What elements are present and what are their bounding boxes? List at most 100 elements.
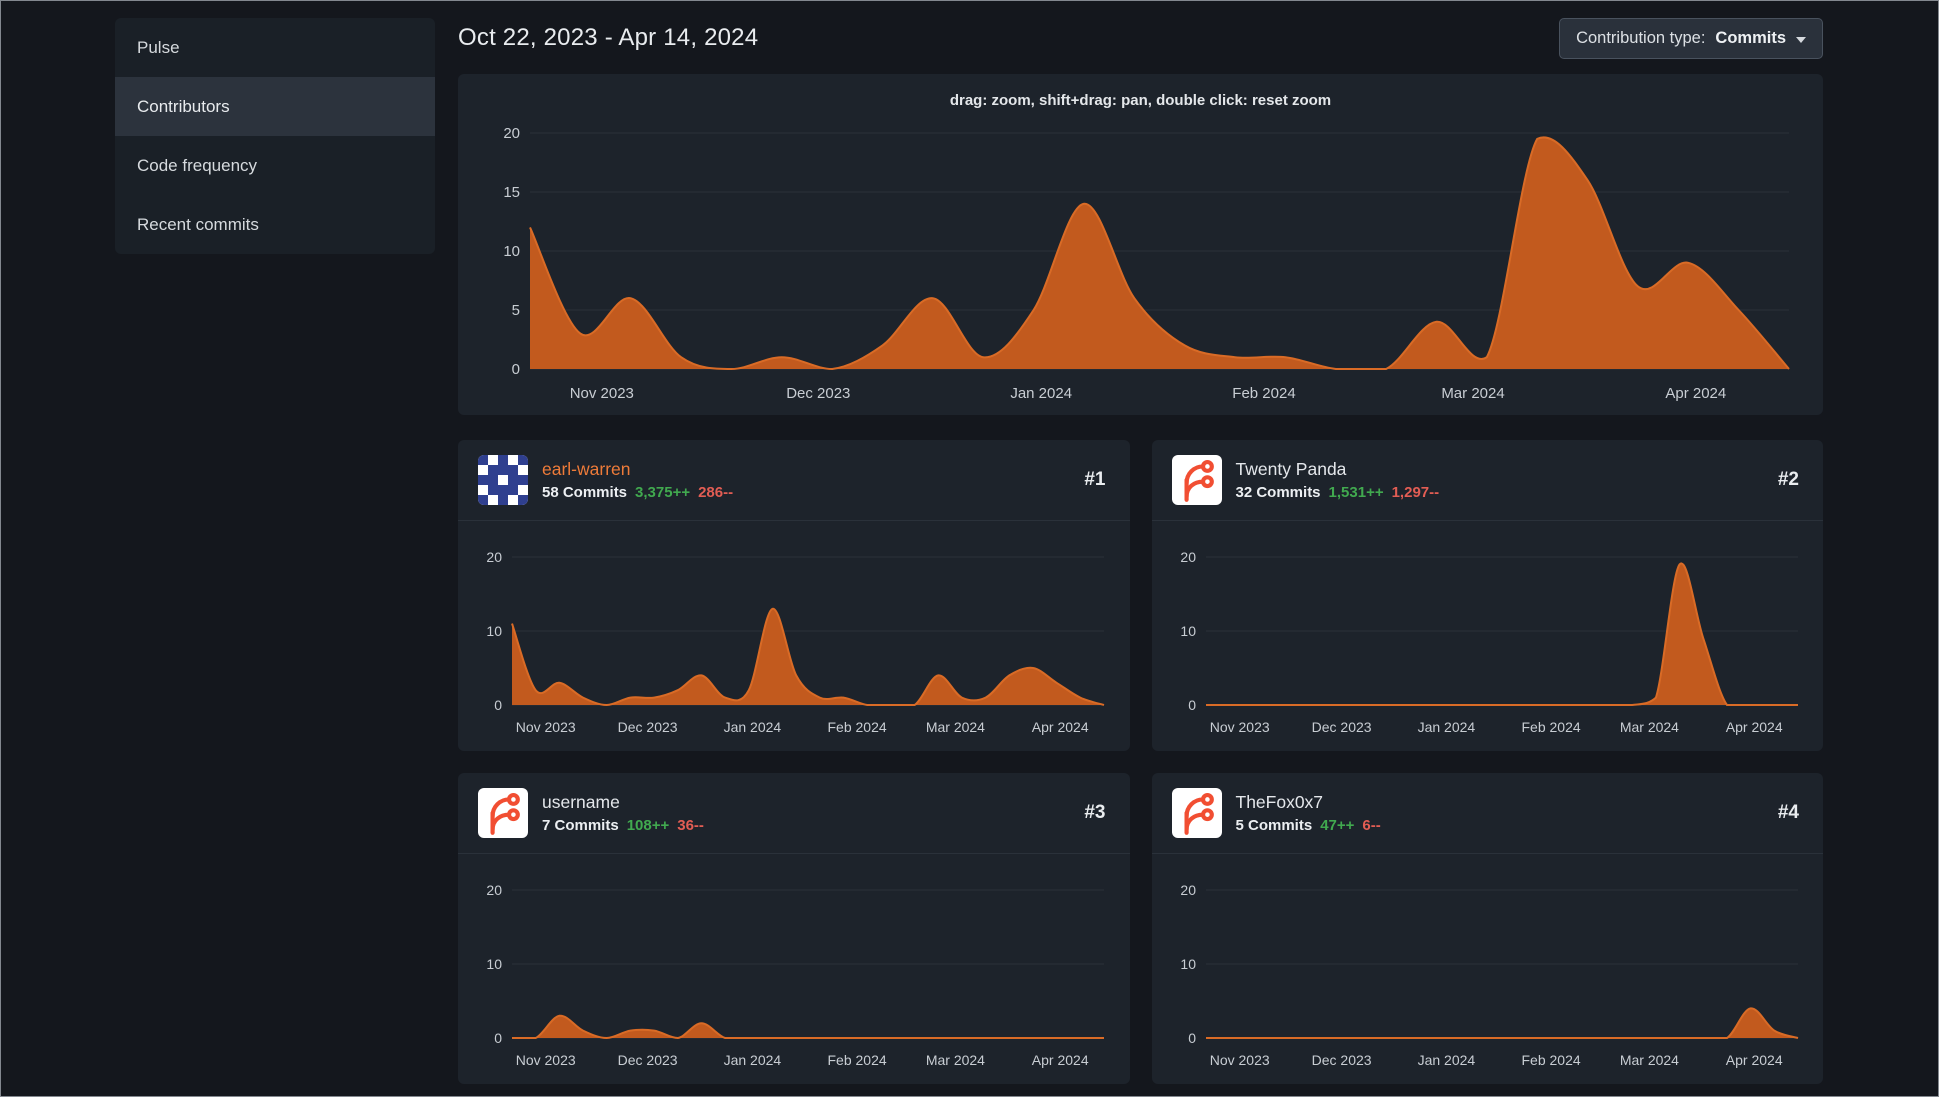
svg-text:0: 0 — [1188, 1030, 1196, 1046]
svg-text:20: 20 — [486, 882, 502, 898]
contributor-chart-wrap: 0 10 20 Nov 2023 Dec 2023 Jan 2024 Feb 2024 Mar… — [1152, 521, 1824, 751]
additions: 108++ — [626, 817, 670, 834]
svg-text:10: 10 — [486, 956, 502, 972]
svg-text:Jan 2024: Jan 2024 — [1010, 385, 1072, 402]
contributor-stats: 58 Commits 3,375++ 286-- — [542, 484, 1070, 501]
svg-text:5: 5 — [512, 302, 520, 319]
svg-text:10: 10 — [486, 623, 502, 639]
deletions: 6-- — [1362, 817, 1381, 834]
sidebar-item-recent-commits[interactable]: Recent commits — [115, 195, 435, 254]
contributor-name[interactable]: earl-warren — [542, 459, 1070, 480]
additions: 47++ — [1320, 817, 1355, 834]
svg-text:Apr 2024: Apr 2024 — [1032, 1052, 1089, 1068]
svg-text:20: 20 — [503, 125, 520, 142]
commit-count: 5 Commits — [1235, 817, 1313, 834]
commit-count: 32 Commits — [1235, 484, 1321, 501]
svg-text:Jan 2024: Jan 2024 — [724, 719, 782, 735]
svg-text:10: 10 — [1180, 956, 1196, 972]
svg-text:Dec 2023: Dec 2023 — [618, 1052, 678, 1068]
contributor-cards-grid: earl-warren 58 Commits 3,375++ 286-- #1 … — [458, 440, 1823, 1084]
contributor-chart[interactable]: 0 10 20 Nov 2023 Dec 2023 Jan 2024 Feb 2024 Mar… — [468, 868, 1116, 1076]
rank-badge: #2 — [1777, 469, 1799, 490]
contribution-type-label: Contribution type: — [1576, 29, 1706, 47]
contributor-chart-wrap: 0 10 20 Nov 2023 Dec 2023 Jan 2024 Feb 2024 Mar… — [1152, 854, 1824, 1084]
additions: 3,375++ — [635, 484, 691, 501]
contributor-stats: 5 Commits 47++ 6-- — [1236, 817, 1764, 834]
rank-badge: #3 — [1084, 802, 1106, 823]
svg-text:Mar 2024: Mar 2024 — [1441, 385, 1504, 402]
svg-text:Feb 2024: Feb 2024 — [1521, 719, 1580, 735]
contributor-card: username 7 Commits 108++ 36-- #3 0 10 20 No… — [458, 773, 1130, 1084]
svg-text:Feb 2024: Feb 2024 — [1521, 1052, 1580, 1068]
contributor-info: earl-warren 58 Commits 3,375++ 286-- — [542, 459, 1070, 501]
chevron-down-icon — [1796, 36, 1806, 43]
contributor-info: Twenty Panda 32 Commits 1,531++ 1,297-- — [1236, 459, 1764, 501]
svg-text:Mar 2024: Mar 2024 — [1619, 1052, 1678, 1068]
avatar[interactable] — [1171, 788, 1222, 838]
svg-text:20: 20 — [1180, 882, 1196, 898]
contributor-chart[interactable]: 0 10 20 Nov 2023 Dec 2023 Jan 2024 Feb 2024 Mar… — [468, 535, 1116, 743]
svg-text:Dec 2023: Dec 2023 — [618, 719, 678, 735]
contributor-info: username 7 Commits 108++ 36-- — [542, 792, 1070, 834]
svg-text:Feb 2024: Feb 2024 — [828, 719, 887, 735]
rank-badge: #1 — [1084, 469, 1106, 490]
svg-text:Nov 2023: Nov 2023 — [570, 385, 634, 402]
commit-count: 7 Commits — [542, 817, 619, 834]
additions: 1,531++ — [1328, 484, 1384, 501]
date-range-title: Oct 22, 2023 - Apr 14, 2024 — [458, 24, 759, 51]
svg-text:Nov 2023: Nov 2023 — [516, 719, 576, 735]
contributor-chart[interactable]: 0 10 20 Nov 2023 Dec 2023 Jan 2024 Feb 2024 Mar… — [1162, 535, 1810, 743]
svg-text:Dec 2023: Dec 2023 — [786, 385, 850, 402]
contributor-chart-wrap: 0 10 20 Nov 2023 Dec 2023 Jan 2024 Feb 2024 Mar… — [458, 521, 1130, 751]
contributor-stats: 32 Commits 1,531++ 1,297-- — [1236, 484, 1764, 501]
sidebar-item-contributors[interactable]: Contributors — [115, 77, 435, 136]
activity-sidebar: Pulse Contributors Code frequency Recent co… — [115, 18, 435, 254]
contributor-card-header: earl-warren 58 Commits 3,375++ 286-- #1 — [458, 440, 1130, 521]
contributor-name[interactable]: username — [542, 792, 1070, 813]
svg-text:Nov 2023: Nov 2023 — [1209, 1052, 1269, 1068]
svg-text:Jan 2024: Jan 2024 — [1417, 719, 1475, 735]
svg-text:Nov 2023: Nov 2023 — [1209, 719, 1269, 735]
contributor-chart-wrap: 0 10 20 Nov 2023 Dec 2023 Jan 2024 Feb 2024 Mar… — [458, 854, 1130, 1084]
contributor-chart[interactable]: 0 10 20 Nov 2023 Dec 2023 Jan 2024 Feb 2024 Mar… — [1162, 868, 1810, 1076]
topbar: Oct 22, 2023 - Apr 14, 2024 Contribution… — [458, 18, 1823, 59]
svg-text:Dec 2023: Dec 2023 — [1311, 1052, 1371, 1068]
commit-count: 58 Commits — [542, 484, 628, 501]
svg-text:0: 0 — [494, 697, 502, 713]
chart-zoom-hint: drag: zoom, shift+drag: pan, double clic… — [949, 92, 1332, 109]
avatar[interactable] — [478, 455, 528, 505]
contribution-type-value: Commits — [1715, 29, 1786, 47]
contributor-name[interactable]: Twenty Panda — [1236, 459, 1764, 480]
sidebar-item-pulse[interactable]: Pulse — [115, 18, 435, 77]
svg-text:Mar 2024: Mar 2024 — [1619, 719, 1678, 735]
contributions-chart-card: drag: zoom, shift+drag: pan, double clic… — [458, 74, 1823, 415]
svg-text:0: 0 — [512, 361, 520, 378]
sidebar-item-code-frequency[interactable]: Code frequency — [115, 136, 435, 195]
deletions: 1,297-- — [1391, 484, 1440, 501]
svg-text:15: 15 — [503, 184, 520, 201]
contributor-info: TheFox0x7 5 Commits 47++ 6-- — [1236, 792, 1764, 834]
svg-text:Jan 2024: Jan 2024 — [724, 1052, 782, 1068]
svg-text:Feb 2024: Feb 2024 — [828, 1052, 887, 1068]
svg-text:Apr 2024: Apr 2024 — [1725, 1052, 1782, 1068]
deletions: 286-- — [698, 484, 734, 501]
contributor-name[interactable]: TheFox0x7 — [1236, 792, 1764, 813]
svg-text:Feb 2024: Feb 2024 — [1232, 385, 1295, 402]
svg-text:Apr 2024: Apr 2024 — [1665, 385, 1726, 402]
avatar[interactable] — [478, 788, 528, 838]
contributor-card-header: username 7 Commits 108++ 36-- #3 — [458, 773, 1130, 854]
avatar[interactable] — [1171, 455, 1222, 505]
contributions-chart[interactable]: 0 5 10 15 20 Nov 2023 Dec 2023 Jan 2024 Feb 2024… — [478, 117, 1803, 409]
contributor-card: TheFox0x7 5 Commits 47++ 6-- #4 0 10 20 Nov… — [1151, 773, 1824, 1084]
svg-text:20: 20 — [486, 549, 502, 565]
page: Pulse Contributors Code frequency Recent co… — [1, 1, 1938, 1084]
contribution-type-dropdown[interactable]: Contribution type: Commits — [1559, 18, 1823, 59]
main-content: Oct 22, 2023 - Apr 14, 2024 Contribution… — [458, 18, 1823, 1084]
contributor-card: earl-warren 58 Commits 3,375++ 286-- #1 … — [458, 440, 1130, 751]
contributor-card: Twenty Panda 32 Commits 1,531++ 1,297-- … — [1151, 440, 1824, 751]
svg-text:Dec 2023: Dec 2023 — [1311, 719, 1371, 735]
rank-badge: #4 — [1777, 802, 1799, 823]
svg-text:Nov 2023: Nov 2023 — [516, 1052, 576, 1068]
svg-text:Mar 2024: Mar 2024 — [926, 719, 985, 735]
svg-text:Apr 2024: Apr 2024 — [1032, 719, 1089, 735]
